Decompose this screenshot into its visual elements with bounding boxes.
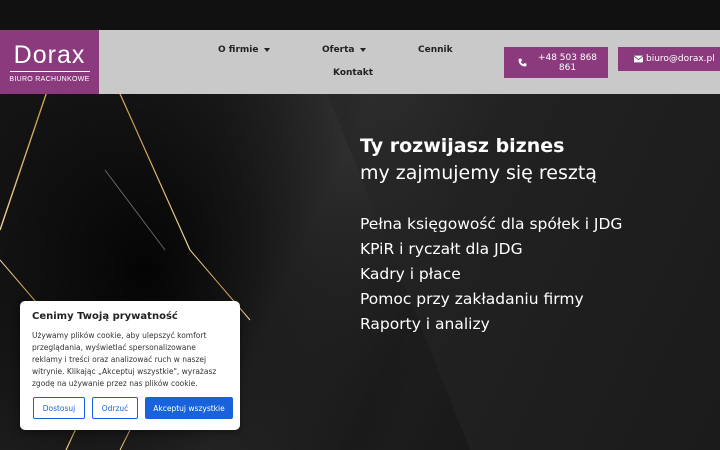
nav-item-cennik[interactable]: Cennik xyxy=(418,45,453,55)
chevron-down-icon xyxy=(360,48,367,52)
service-item: KPiR i ryczałt dla JDG xyxy=(360,240,523,258)
reject-button[interactable]: Odrzuć xyxy=(92,397,138,419)
chevron-down-icon xyxy=(264,48,271,52)
email-button[interactable]: biuro@dorax.pl xyxy=(618,47,720,71)
nav-item-label: Cennik xyxy=(418,45,453,55)
logo[interactable]: Dorax BIURO RACHUNKOWE xyxy=(0,30,99,94)
cookie-text: Używamy plików cookie, aby ulepszyć komf… xyxy=(32,331,217,388)
service-item: Pełna księgowość dla spółek i JDG xyxy=(360,215,623,233)
phone-button[interactable]: +48 503 868 861 xyxy=(504,47,608,78)
hero-subtitle: my zajmujemy się resztą xyxy=(360,162,597,184)
logo-divider xyxy=(9,70,90,72)
hero-title: Ty rozwijasz biznes xyxy=(360,135,565,157)
envelope-icon xyxy=(634,55,643,63)
top-strip xyxy=(0,0,720,30)
cookie-title: Cenimy Twoją prywatność xyxy=(32,311,178,322)
phone-icon xyxy=(518,58,527,67)
nav-item-o-firmie[interactable]: O firmie xyxy=(218,45,271,55)
cookie-consent-dialog: Cenimy Twoją prywatność Używamy plików c… xyxy=(20,301,240,430)
logo-name: Dorax xyxy=(13,40,86,69)
cookie-buttons: Dostosuj Odrzuć Akceptuj wszystkie xyxy=(33,397,233,419)
service-item: Raporty i analizy xyxy=(360,315,490,333)
nav-item-kontakt[interactable]: Kontakt xyxy=(333,68,373,78)
nav-item-label: Oferta xyxy=(322,45,355,55)
service-item: Pomoc przy zakładaniu firmy xyxy=(360,290,584,308)
nav-item-label: O firmie xyxy=(218,45,259,55)
phone-number: +48 503 868 861 xyxy=(537,52,598,73)
nav-item-label: Kontakt xyxy=(333,68,374,78)
services-list: Pełna księgowość dla spółek i JDG KPiR i… xyxy=(360,213,622,338)
navigation-bar: O firmie Oferta Cennik Kontakt xyxy=(0,30,720,94)
email-address: biuro@dorax.pl xyxy=(646,54,715,64)
accept-all-button[interactable]: Akceptuj wszystkie xyxy=(145,397,233,419)
customize-button[interactable]: Dostosuj xyxy=(33,397,85,419)
nav-item-oferta[interactable]: Oferta xyxy=(322,45,367,55)
service-item: Kadry i płace xyxy=(360,265,461,283)
logo-subtitle: BIURO RACHUNKOWE xyxy=(9,75,90,83)
